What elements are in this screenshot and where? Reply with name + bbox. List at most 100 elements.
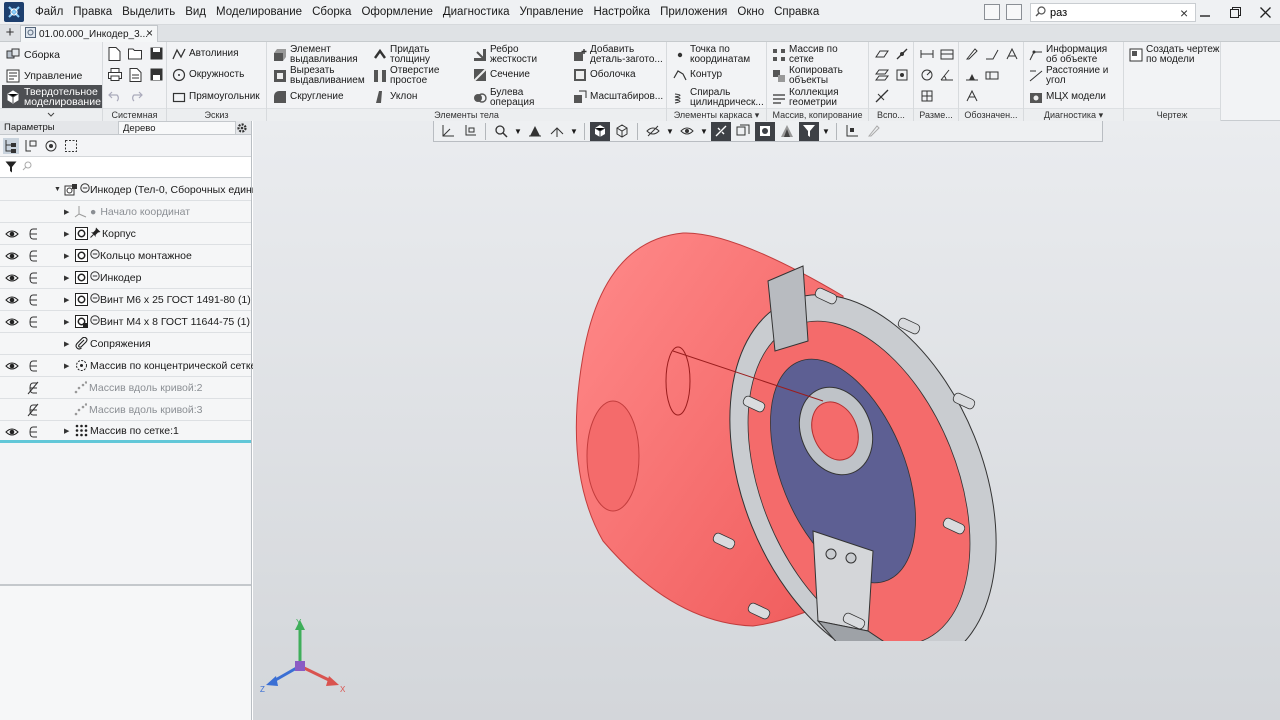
zoom-icon[interactable]: [491, 122, 511, 141]
document-tab[interactable]: 01.00.000_Инкодер_3... ×: [20, 25, 158, 42]
gear-icon[interactable]: [236, 122, 248, 134]
distance-angle-button[interactable]: Расстояние и угол: [1029, 66, 1108, 86]
zoom-dropdown-icon[interactable]: ▼: [513, 127, 523, 136]
expand-arrow-icon[interactable]: ▶: [64, 230, 72, 238]
radial-dimension-icon[interactable]: [918, 66, 935, 83]
eye-icon[interactable]: [5, 359, 19, 373]
relation-icon[interactable]: [27, 293, 39, 307]
array-grid-button[interactable]: Массив по сетке: [772, 45, 838, 65]
contour-button[interactable]: Контур: [673, 68, 722, 82]
autoline-button[interactable]: Автолиния: [172, 47, 239, 61]
hide-dropdown-icon[interactable]: ▼: [665, 127, 675, 136]
mode-management-button[interactable]: Управление: [2, 66, 102, 85]
tree-node-curve-array-3[interactable]: Массив вдоль кривой:3: [73, 403, 203, 417]
expand-arrow-icon[interactable]: ▶: [64, 252, 72, 260]
ribbon-group-size-label[interactable]: Разме...: [914, 108, 958, 121]
menu-diagnostics[interactable]: Диагностика: [438, 0, 515, 25]
tree-row-screw-m6[interactable]: ▶ Винт М6 х 25 ГОСТ 1491-80 (1): [0, 289, 251, 311]
tree-node-mates[interactable]: ▶ Сопряжения: [64, 337, 151, 351]
circle-button[interactable]: Окружность: [172, 68, 244, 82]
new-document-tab-button[interactable]: +: [3, 25, 17, 41]
point-by-coords-button[interactable]: Точка по координатам: [673, 45, 750, 65]
roughness-icon[interactable]: [963, 45, 980, 62]
tree-row-curve-array-2[interactable]: Массив вдоль кривой:2: [0, 377, 251, 399]
menu-edit[interactable]: Правка: [68, 0, 117, 25]
relation-hidden-icon[interactable]: [27, 403, 39, 417]
tree-node-concentric-array[interactable]: ▶ Массив по концентрической сетке: [64, 359, 256, 373]
redo-icon[interactable]: [127, 87, 144, 104]
menu-help[interactable]: Справка: [769, 0, 824, 25]
tree-node-curve-array-2[interactable]: Массив вдоль кривой:2: [73, 381, 203, 395]
menu-apps[interactable]: Приложения: [655, 0, 732, 25]
ribbon-group-system-label[interactable]: Системная: [103, 108, 166, 121]
selection-filter-icon[interactable]: [799, 121, 819, 141]
menu-window[interactable]: Окно: [732, 0, 769, 25]
pan-dropdown-icon[interactable]: ▼: [569, 127, 579, 136]
tree-row-mounting-ring[interactable]: ▶ Кольцо монтажное: [0, 245, 251, 267]
undo-icon[interactable]: [106, 87, 123, 104]
expand-arrow-icon[interactable]: ▶: [64, 318, 72, 326]
expand-arrow-icon[interactable]: ▼: [54, 186, 62, 193]
expand-arrow-icon[interactable]: ▶: [64, 274, 72, 282]
mode-solid-modeling-button[interactable]: Твердотельное моделирование: [2, 85, 102, 109]
draft-button[interactable]: Уклон: [373, 90, 417, 104]
aux-offset-plane-icon[interactable]: [873, 66, 890, 83]
properties-doc-icon[interactable]: [127, 66, 144, 83]
tree-structure-view-icon[interactable]: [3, 137, 19, 154]
tab-tree[interactable]: Дерево: [118, 121, 236, 134]
rotate-icon[interactable]: [525, 122, 545, 141]
modes-collapse[interactable]: [0, 108, 102, 121]
encoder-assembly-model[interactable]: [553, 221, 1013, 641]
relation-icon[interactable]: [27, 315, 39, 329]
relation-icon[interactable]: [27, 359, 39, 373]
mass-properties-button[interactable]: МЦХ модели: [1029, 90, 1106, 104]
tree-row-grid-array-1[interactable]: ▶ Массив по сетке:1: [0, 421, 251, 443]
tree-row-encoder[interactable]: ▶ Инкодер: [0, 267, 251, 289]
tree-node-grid-array-1[interactable]: ▶ Массив по сетке:1: [64, 424, 179, 438]
create-drawing-button[interactable]: Создать чертеж по модели: [1129, 45, 1220, 65]
eye-icon[interactable]: [5, 227, 19, 241]
save-as-icon[interactable]: [148, 66, 165, 83]
wireframe-mode-icon[interactable]: [612, 122, 632, 141]
tree-row-origin[interactable]: ▶ ● Начало координат: [0, 201, 251, 223]
expand-arrow-icon[interactable]: ▶: [64, 340, 72, 348]
tree-node-screw-m6[interactable]: ▶ Винт М6 х 25 ГОСТ 1491-80 (1): [64, 293, 251, 307]
search-input[interactable]: [1050, 6, 1174, 19]
tree-row-screw-m4[interactable]: ▶ Винт М4 х 8 ГОСТ 11644-75 (1): [0, 311, 251, 333]
window-split-button[interactable]: [1006, 4, 1022, 20]
shell-button[interactable]: Оболочка: [573, 68, 636, 82]
menu-modeling[interactable]: Моделирование: [211, 0, 307, 25]
eye-icon[interactable]: [5, 425, 19, 439]
tree-node-origin[interactable]: ▶ ● Начало координат: [64, 205, 190, 219]
relation-hidden-icon[interactable]: [27, 381, 39, 395]
weld-mark-icon[interactable]: [1003, 45, 1020, 62]
rib-button[interactable]: Ребро жесткости: [473, 45, 537, 65]
simple-hole-button[interactable]: Отверстие простое: [373, 66, 439, 86]
tab-close-icon[interactable]: ×: [146, 26, 153, 41]
menu-view[interactable]: Вид: [180, 0, 211, 25]
ribbon-group-diagnostics-label[interactable]: Диагностика ▾: [1024, 108, 1123, 121]
restore-button[interactable]: [1220, 0, 1250, 25]
tree-row-curve-array-3[interactable]: Массив вдоль кривой:3: [0, 399, 251, 421]
cut-extrude-button[interactable]: Вырезать выдавливанием: [273, 66, 365, 86]
3d-viewport[interactable]: ▼ ▼ ▼ ▼ ▼ Y X Z: [253, 121, 1280, 720]
local-cs-icon[interactable]: [460, 122, 480, 141]
boolean-button[interactable]: Булева операция: [473, 88, 534, 108]
visibility-icon[interactable]: [677, 122, 697, 141]
extrude-button[interactable]: Элемент выдавливания: [273, 45, 358, 65]
leader-icon[interactable]: [983, 45, 1000, 62]
menu-select[interactable]: Выделить: [117, 0, 180, 25]
visibility-dropdown-icon[interactable]: ▼: [699, 127, 709, 136]
text-mark-icon[interactable]: [963, 87, 980, 104]
relation-icon[interactable]: [27, 425, 39, 439]
tree-components-view-icon[interactable]: [43, 138, 59, 154]
light-icon[interactable]: [777, 122, 797, 141]
object-info-button[interactable]: Информация об объекте: [1029, 45, 1107, 65]
measure-icon[interactable]: [842, 122, 862, 141]
eye-icon[interactable]: [5, 249, 19, 263]
menu-design[interactable]: Оформление: [356, 0, 437, 25]
eye-icon[interactable]: [5, 271, 19, 285]
shaded-mode-icon[interactable]: [590, 121, 610, 141]
aux-point-icon[interactable]: [893, 66, 910, 83]
ribbon-group-sketch-label[interactable]: Эскиз: [167, 108, 266, 121]
